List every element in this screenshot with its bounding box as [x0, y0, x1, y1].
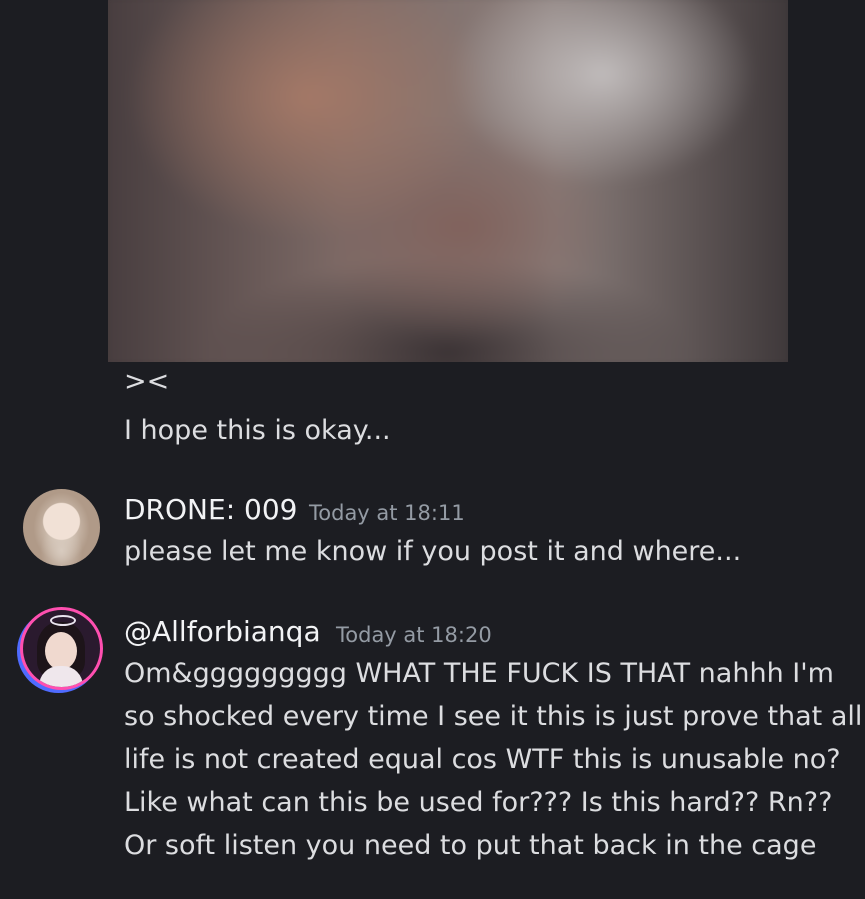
username[interactable]: @Allforbianqa	[124, 615, 321, 648]
message-line: life is not created equal cos WTF this i…	[124, 744, 841, 775]
avatar[interactable]	[23, 489, 100, 566]
message-line: Om&ggggggggg WHAT THE FUCK IS THAT nahhh…	[124, 658, 834, 689]
chat-messages: >< I hope this is okay... DRONE: 009 Tod…	[0, 0, 865, 899]
avatar-face	[45, 632, 77, 670]
timestamp: Today at 18:11	[309, 501, 465, 525]
message-text: Om&ggggggggg WHAT THE FUCK IS THAT nahhh…	[124, 652, 863, 867]
username[interactable]: DRONE: 009	[124, 493, 297, 526]
message-line: Or soft listen you need to put that back…	[124, 830, 817, 861]
halo-icon	[50, 615, 76, 626]
timestamp: Today at 18:20	[336, 623, 492, 647]
message-line: Like what can this be used for??? Is thi…	[124, 787, 833, 818]
message-line: so shocked every time I see it this is j…	[124, 701, 863, 732]
message-text: I hope this is okay...	[124, 415, 391, 446]
message-text: please let me know if you post it and wh…	[124, 536, 742, 567]
avatar[interactable]	[23, 610, 100, 687]
blurred-image	[108, 0, 788, 362]
message-text-emote: ><	[124, 366, 170, 397]
image-attachment[interactable]	[108, 0, 788, 362]
